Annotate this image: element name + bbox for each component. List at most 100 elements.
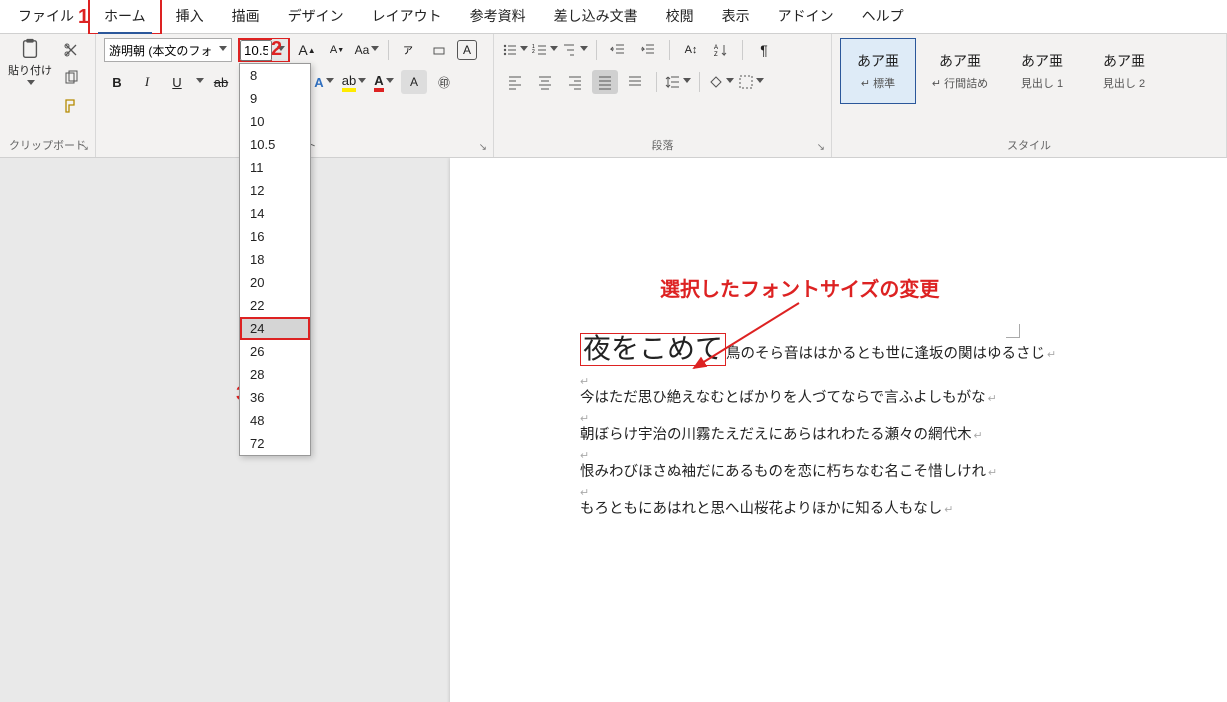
menu-tab-校閲[interactable]: 校閲: [652, 0, 708, 33]
cut-button[interactable]: [58, 38, 84, 62]
font-name-combo[interactable]: [104, 38, 232, 62]
enclose-button[interactable]: ㊞: [431, 70, 457, 94]
style-card[interactable]: あア亜↵ 行間詰め: [922, 38, 998, 104]
menu-tab-参考資料[interactable]: 参考資料: [456, 0, 540, 33]
italic-button[interactable]: I: [134, 70, 160, 94]
line-text[interactable]: 朝ぼらけ宇治の川霧たえだえにあらはれわたる瀬々の網代木: [580, 427, 972, 443]
font-size-option[interactable]: 20: [240, 271, 310, 294]
document-page[interactable]: 夜をこめて鳥のそら音ははかるとも世に逢坂の関はゆるさじ↵ ↵ 今はただ思ひ絶えな…: [450, 158, 1227, 702]
font-name-input[interactable]: [105, 39, 215, 61]
menu-tab-描画[interactable]: 描画: [218, 0, 274, 33]
shrink-font-button[interactable]: A▼: [324, 38, 350, 62]
bullets-button[interactable]: [502, 38, 528, 62]
text-effects-button[interactable]: A: [311, 70, 337, 94]
strikethrough-button[interactable]: ab: [208, 70, 234, 94]
font-size-option[interactable]: 28: [240, 363, 310, 386]
font-size-option[interactable]: 24: [240, 317, 310, 340]
menu-tab-表示[interactable]: 表示: [708, 0, 764, 33]
document-line[interactable]: 今はただ思ひ絶えなむとばかりを人づてならで言ふよしもがな↵: [580, 387, 1190, 410]
font-color-button[interactable]: A: [371, 70, 397, 94]
clear-formatting-button[interactable]: [427, 38, 453, 62]
return-mark-icon: ↵: [974, 430, 983, 442]
style-card[interactable]: あア亜見出し 2: [1086, 38, 1162, 104]
multilevel-list-button[interactable]: [562, 38, 588, 62]
font-size-option[interactable]: 48: [240, 409, 310, 432]
style-card[interactable]: あア亜見出し 1: [1004, 38, 1080, 104]
align-center-button[interactable]: [532, 70, 558, 94]
font-size-combo[interactable]: 891010.511121416182022242628364872: [238, 38, 290, 62]
sort-button[interactable]: AZ: [708, 38, 734, 62]
font-size-option[interactable]: 10.5: [240, 133, 310, 156]
font-size-option[interactable]: 9: [240, 87, 310, 110]
menu-tab-デザイン[interactable]: デザイン: [274, 0, 358, 33]
line-text[interactable]: 今はただ思ひ絶えなむとばかりを人づてならで言ふよしもがな: [580, 390, 986, 406]
phonetic-guide-button[interactable]: ア: [397, 38, 423, 62]
enclose-characters-button[interactable]: A: [457, 40, 477, 60]
align-left-button[interactable]: [502, 70, 528, 94]
show-marks-button[interactable]: ¶: [751, 38, 777, 62]
font-size-option[interactable]: 22: [240, 294, 310, 317]
font-size-dropdown-button[interactable]: [272, 39, 288, 61]
highlight-button[interactable]: ab: [341, 70, 367, 94]
line-text[interactable]: 鳥のそら音ははかるとも世に逢坂の関はゆるさじ: [726, 346, 1045, 362]
align-right-icon: [567, 74, 583, 90]
format-painter-button[interactable]: [58, 94, 84, 118]
font-size-option[interactable]: 10: [240, 110, 310, 133]
chevron-down-icon[interactable]: [196, 78, 204, 86]
selected-text[interactable]: 夜をこめて: [580, 333, 726, 366]
underline-button[interactable]: U: [164, 70, 190, 94]
menu-tab-ヘルプ[interactable]: ヘルプ: [848, 0, 918, 33]
chevron-down-icon: [277, 46, 285, 54]
font-size-option[interactable]: 14: [240, 202, 310, 225]
bold-button[interactable]: B: [104, 70, 130, 94]
font-size-option[interactable]: 16: [240, 225, 310, 248]
decrease-indent-button[interactable]: [605, 38, 631, 62]
dialog-launcher-icon[interactable]: ↘: [81, 142, 89, 153]
borders-button[interactable]: [738, 70, 764, 94]
menu-tab-ホーム[interactable]: ホーム: [88, 0, 162, 35]
style-card[interactable]: あア亜↵ 標準: [840, 38, 916, 104]
font-size-dropdown[interactable]: 891010.511121416182022242628364872: [239, 63, 311, 456]
document-line[interactable]: 朝ぼらけ宇治の川霧たえだえにあらはれわたる瀬々の網代木↵: [580, 424, 1190, 447]
font-size-option[interactable]: 36: [240, 386, 310, 409]
menu-tab-アドイン[interactable]: アドイン: [764, 0, 848, 33]
dialog-launcher-icon[interactable]: ↘: [817, 142, 825, 153]
shading-button[interactable]: [708, 70, 734, 94]
numbering-button[interactable]: 12: [532, 38, 558, 62]
character-shading-button[interactable]: A: [401, 70, 427, 94]
document-area[interactable]: 夜をこめて鳥のそら音ははかるとも世に逢坂の関はゆるさじ↵ ↵ 今はただ思ひ絶えな…: [0, 158, 1227, 702]
line-spacing-button[interactable]: [665, 70, 691, 94]
font-size-option[interactable]: 18: [240, 248, 310, 271]
group-label-paragraph: 段落: [502, 135, 823, 155]
align-justify-button[interactable]: [592, 70, 618, 94]
font-size-option[interactable]: 72: [240, 432, 310, 455]
menu-tab-ファイル[interactable]: ファイル: [4, 0, 88, 33]
text-direction-button[interactable]: A↕: [678, 38, 704, 62]
ribbon: 貼り付け クリップボード ↘ 8: [0, 34, 1227, 158]
menu-tab-差し込み文書[interactable]: 差し込み文書: [540, 0, 652, 33]
align-right-button[interactable]: [562, 70, 588, 94]
paste-button[interactable]: 貼り付け: [8, 38, 52, 88]
font-size-option[interactable]: 12: [240, 179, 310, 202]
grow-font-button[interactable]: A▲: [294, 38, 320, 62]
separator: [388, 40, 389, 60]
chevron-down-icon[interactable]: [219, 46, 227, 54]
menu-tab-挿入[interactable]: 挿入: [162, 0, 218, 33]
align-distribute-button[interactable]: [622, 70, 648, 94]
font-size-option[interactable]: 26: [240, 340, 310, 363]
document-line[interactable]: 夜をこめて鳥のそら音ははかるとも世に逢坂の関はゆるさじ↵: [580, 328, 1190, 373]
font-size-input[interactable]: [240, 40, 272, 61]
paint-bucket-icon: [708, 74, 724, 90]
line-text[interactable]: 恨みわびほさぬ袖だにあるものを恋に朽ちなむ名こそ惜しけれ: [580, 464, 986, 480]
dialog-launcher-icon[interactable]: ↘: [479, 142, 487, 153]
document-line[interactable]: 恨みわびほさぬ袖だにあるものを恋に朽ちなむ名こそ惜しけれ↵: [580, 461, 1190, 484]
font-size-option[interactable]: 8: [240, 64, 310, 87]
copy-button[interactable]: [58, 66, 84, 90]
menu-tab-レイアウト[interactable]: レイアウト: [358, 0, 456, 33]
increase-indent-button[interactable]: [635, 38, 661, 62]
line-text[interactable]: もろともにあはれと思へ山桜花よりほかに知る人もなし: [580, 501, 942, 517]
document-line[interactable]: もろともにあはれと思へ山桜花よりほかに知る人もなし↵: [580, 498, 1190, 521]
change-case-button[interactable]: Aa: [354, 38, 380, 62]
corner-mark-icon: [1006, 324, 1020, 338]
font-size-option[interactable]: 11: [240, 156, 310, 179]
